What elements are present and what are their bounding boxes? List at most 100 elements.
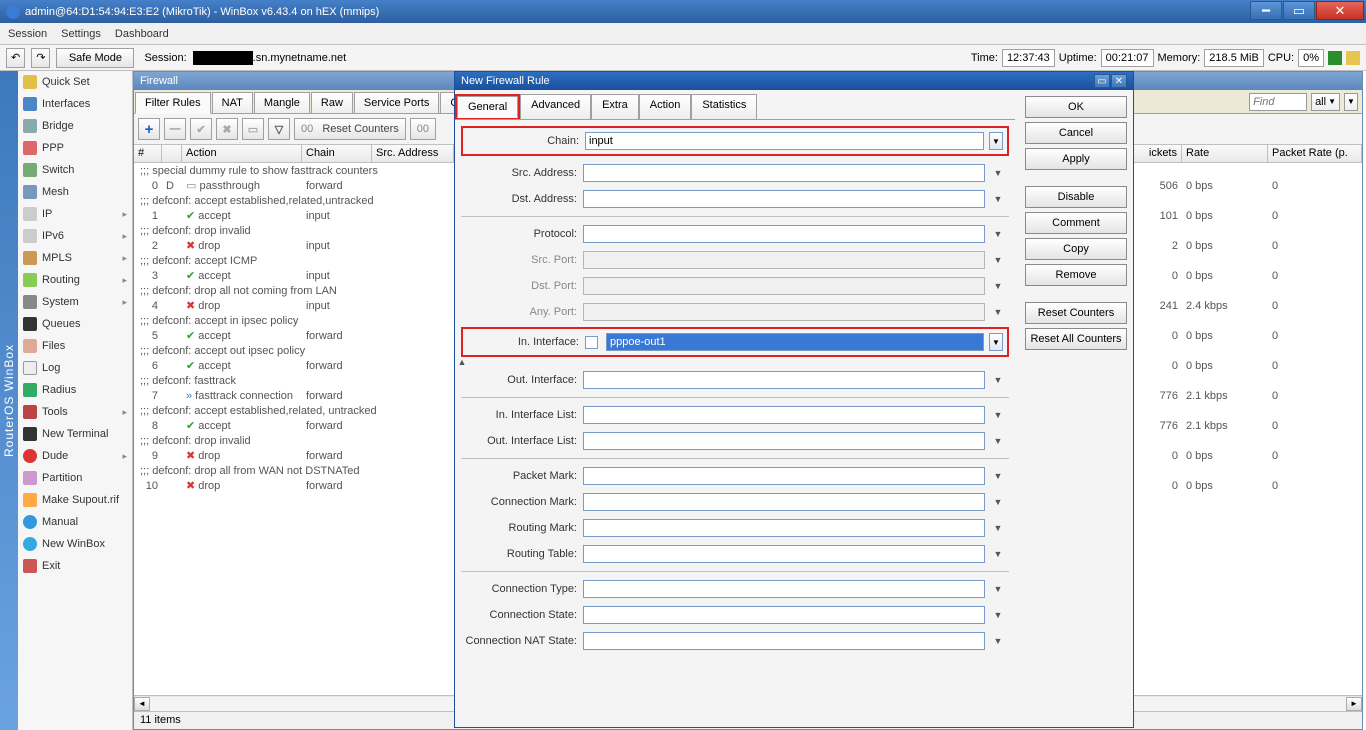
table-row[interactable]: 10✖ dropforward [134,478,454,493]
comment-button[interactable]: ▭ [242,118,264,140]
sidebar-item-new-terminal[interactable]: New Terminal [18,423,132,445]
menu-settings[interactable]: Settings [61,28,101,40]
table-row[interactable]: 7762.1 kbps0 [1132,388,1362,403]
conn-type-input[interactable] [583,580,985,598]
table-row[interactable]: 0D▭ passthroughforward [134,178,454,193]
filter-dropdown-extra[interactable]: ▼ [1344,93,1358,111]
expand-icon[interactable]: ▼ [991,375,1005,385]
routing-mark-input[interactable] [583,519,985,537]
conn-nat-state-input[interactable] [583,632,985,650]
conn-state-input[interactable] [583,606,985,624]
enable-button[interactable]: ✔ [190,118,212,140]
apply-button[interactable]: Apply [1025,148,1127,170]
expand-icon[interactable]: ▼ [991,549,1005,559]
table-row[interactable]: 00 bps0 [1132,268,1362,283]
menu-session[interactable]: Session [8,28,47,40]
sidebar-item-system[interactable]: System▸ [18,291,132,313]
find-input[interactable] [1249,93,1307,111]
table-row[interactable]: ;;; defconf: fasttrack [134,373,454,388]
chain-dropdown[interactable]: ▼ [989,132,1003,150]
sidebar-item-dude[interactable]: Dude▸ [18,445,132,467]
sidebar-item-quick-set[interactable]: Quick Set [18,71,132,93]
redo-button[interactable]: ↷ [31,48,50,68]
comment-button[interactable]: Comment [1025,212,1127,234]
table-row[interactable]: ;;; special dummy rule to show fasttrack… [134,163,454,178]
expand-icon[interactable]: ▼ [991,497,1005,507]
table-row[interactable]: 5060 bps0 [1132,178,1362,193]
table-row[interactable]: ;;; defconf: accept established,related,… [134,193,454,208]
routing-table-input[interactable] [583,545,985,563]
table-row[interactable]: ;;; defconf: drop all from WAN not DSTNA… [134,463,454,478]
reset-counters-button[interactable]: 00 Reset Counters [294,118,406,140]
sidebar-item-mesh[interactable]: Mesh [18,181,132,203]
table-row[interactable]: 1✔ acceptinput [134,208,454,223]
in-interface-neg-checkbox[interactable] [585,336,598,349]
menu-dashboard[interactable]: Dashboard [115,28,169,40]
filter-button[interactable]: ▽ [268,118,290,140]
disable-button[interactable]: Disable [1025,186,1127,208]
src-address-input[interactable] [583,164,985,182]
dlg-tab-action[interactable]: Action [639,94,692,119]
dialog-minimize[interactable]: ▭ [1094,74,1110,88]
tab-nat[interactable]: NAT [212,92,253,113]
sidebar-item-radius[interactable]: Radius [18,379,132,401]
table-row[interactable]: 5✔ acceptforward [134,328,454,343]
disable-button[interactable]: ✖ [216,118,238,140]
table-row[interactable]: 8✔ acceptforward [134,418,454,433]
table-row[interactable]: ;;; defconf: drop invalid [134,223,454,238]
expand-icon[interactable]: ▼ [991,229,1005,239]
reset-all-counters-button[interactable]: 00 [410,118,436,140]
expand-icon[interactable]: ▼ [991,410,1005,420]
table-row[interactable]: ;;; defconf: accept ICMP [134,253,454,268]
table-row[interactable]: 20 bps0 [1132,238,1362,253]
copy-button[interactable]: Copy [1025,238,1127,260]
table-row[interactable]: 7762.1 kbps0 [1132,418,1362,433]
table-row[interactable]: ;;; defconf: accept out ipsec policy [134,343,454,358]
maximize-button[interactable]: ▭ [1283,1,1315,20]
sidebar-item-new-winbox[interactable]: New WinBox [18,533,132,555]
sidebar-item-partition[interactable]: Partition [18,467,132,489]
dlg-tab-advanced[interactable]: Advanced [520,94,591,119]
tab-raw[interactable]: Raw [311,92,353,113]
table-row[interactable]: ;;; defconf: drop invalid [134,433,454,448]
sidebar-item-ppp[interactable]: PPP [18,137,132,159]
expand-icon[interactable]: ▼ [991,436,1005,446]
sidebar-item-mpls[interactable]: MPLS▸ [18,247,132,269]
expand-icon[interactable]: ▼ [991,636,1005,646]
reset-all-counters-button[interactable]: Reset All Counters [1025,328,1127,350]
sidebar-item-tools[interactable]: Tools▸ [18,401,132,423]
in-interface-dropdown[interactable]: ▼ [989,333,1003,351]
expand-icon[interactable]: ▼ [991,610,1005,620]
sidebar-item-routing[interactable]: Routing▸ [18,269,132,291]
table-row[interactable]: 00 bps0 [1132,328,1362,343]
table-row[interactable]: 7» fasttrack connectionforward [134,388,454,403]
tab-mangle[interactable]: Mangle [254,92,310,113]
table-row[interactable]: 00 bps0 [1132,448,1362,463]
dlg-tab-extra[interactable]: Extra [591,94,639,119]
protocol-input[interactable] [583,225,985,243]
packet-mark-input[interactable] [583,467,985,485]
collapse-icon[interactable]: ▲ [455,357,469,367]
table-row[interactable]: 00 bps0 [1132,358,1362,373]
sidebar-item-exit[interactable]: Exit [18,555,132,577]
close-button[interactable]: ✕ [1316,1,1364,20]
table-row[interactable]: ;;; defconf: drop all not coming from LA… [134,283,454,298]
table-row[interactable]: 1010 bps0 [1132,208,1362,223]
filter-all-select[interactable]: all▼ [1311,93,1340,111]
sidebar-item-interfaces[interactable]: Interfaces [18,93,132,115]
sidebar-item-log[interactable]: Log [18,357,132,379]
sidebar-item-manual[interactable]: Manual [18,511,132,533]
ok-button[interactable]: OK [1025,96,1127,118]
tab-filter-rules[interactable]: Filter Rules [135,92,211,114]
expand-icon[interactable]: ▼ [991,194,1005,204]
expand-icon[interactable]: ▼ [991,471,1005,481]
table-row[interactable]: 2✖ dropinput [134,238,454,253]
sidebar-item-files[interactable]: Files [18,335,132,357]
sidebar-item-queues[interactable]: Queues [18,313,132,335]
safe-mode-button[interactable]: Safe Mode [56,48,134,68]
sidebar-item-switch[interactable]: Switch [18,159,132,181]
table-row[interactable]: 4✖ dropinput [134,298,454,313]
sidebar-item-make-supout.rif[interactable]: Make Supout.rif [18,489,132,511]
table-row[interactable]: 6✔ acceptforward [134,358,454,373]
undo-button[interactable]: ↶ [6,48,25,68]
